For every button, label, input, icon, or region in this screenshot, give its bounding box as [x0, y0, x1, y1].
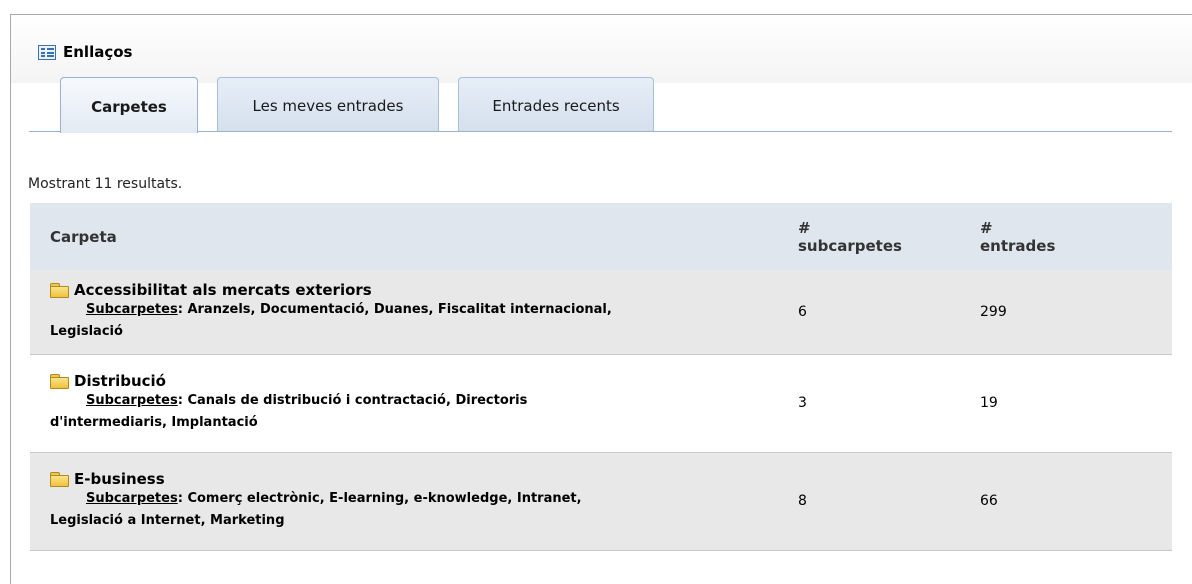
subfolder-count: 3 [798, 354, 980, 453]
column-header-label: entrades [980, 236, 1056, 255]
folder-link[interactable]: Distribució [50, 372, 798, 390]
column-header-label: subcarpetes [798, 236, 902, 255]
folder-icon [50, 472, 69, 487]
subfolders-list[interactable]: Comerç electrònic, E-learning, e-knowled… [187, 491, 581, 506]
folder-name[interactable]: Distribució [74, 372, 166, 390]
column-header-folder[interactable]: Carpeta [30, 203, 798, 270]
subfolders-list[interactable]: Canals de distribució i contractació, Di… [187, 393, 527, 408]
entry-count: 299 [980, 270, 1172, 355]
column-header-subfolders[interactable]: # subcarpetes [798, 203, 980, 270]
tabs-divider [29, 131, 1172, 132]
subfolders-list-continued[interactable]: Legislació [50, 321, 798, 343]
tab-carpetes[interactable]: Carpetes [60, 77, 198, 133]
folder-link[interactable]: E-business [50, 470, 798, 488]
folder-cell: E-business Subcarpetes: Comerç electròni… [30, 452, 798, 551]
tab-label: Carpetes [91, 97, 167, 116]
column-header-entries[interactable]: # entrades [980, 203, 1172, 270]
entry-count: 66 [980, 452, 1172, 551]
folder-name[interactable]: Accessibilitat als mercats exteriors [74, 281, 372, 299]
entry-count: 19 [980, 354, 1172, 453]
subfolders-label[interactable]: Subcarpetes [86, 393, 178, 408]
portlet-header: Enllaços [11, 15, 1192, 83]
folder-icon [50, 374, 69, 389]
tab-les-meves-entrades[interactable]: Les meves entrades [217, 77, 439, 131]
table-row[interactable]: Accessibilitat als mercats exteriors Sub… [30, 270, 1172, 355]
subfolders-list-continued[interactable]: d'intermediaris, Implantació [50, 412, 798, 434]
portlet-title: Enllaços [38, 43, 132, 61]
column-header-hash: # [980, 218, 993, 237]
column-header-label: Carpeta [50, 227, 117, 246]
table-row[interactable]: Distribució Subcarpetes: Canals de distr… [30, 354, 1172, 453]
tab-label: Les meves entrades [252, 96, 404, 115]
portlet-title-text: Enllaços [63, 43, 133, 61]
subfolders-label[interactable]: Subcarpetes [86, 302, 178, 317]
folder-link[interactable]: Accessibilitat als mercats exteriors [50, 281, 798, 299]
folder-cell: Distribució Subcarpetes: Canals de distr… [30, 354, 798, 453]
subfolders-line: Subcarpetes: Aranzels, Documentació, Dua… [86, 301, 612, 317]
tab-entrades-recents[interactable]: Entrades recents [458, 77, 654, 131]
subfolder-count: 8 [798, 452, 980, 551]
folder-icon [50, 282, 69, 298]
tab-label: Entrades recents [492, 96, 620, 115]
subfolders-list-continued[interactable]: Legislació a Internet, Marketing [50, 510, 798, 532]
folder-name[interactable]: E-business [74, 470, 165, 488]
folders-table: Carpeta # subcarpetes # entrades Accessi… [30, 203, 1172, 551]
column-header-hash: # [798, 218, 811, 237]
folder-cell: Accessibilitat als mercats exteriors Sub… [30, 270, 798, 355]
subfolders-label[interactable]: Subcarpetes [86, 491, 178, 506]
subfolders-list[interactable]: Aranzels, Documentació, Duanes, Fiscalit… [187, 302, 611, 317]
list-view-icon [38, 44, 56, 60]
table-row[interactable]: E-business Subcarpetes: Comerç electròni… [30, 452, 1172, 551]
results-count: Mostrant 11 resultats. [28, 176, 183, 192]
subfolders-line: Subcarpetes: Canals de distribució i con… [86, 393, 528, 408]
table-header-row: Carpeta # subcarpetes # entrades [30, 203, 1172, 270]
subfolders-line: Subcarpetes: Comerç electrònic, E-learni… [86, 491, 582, 506]
subfolder-count: 6 [798, 270, 980, 355]
